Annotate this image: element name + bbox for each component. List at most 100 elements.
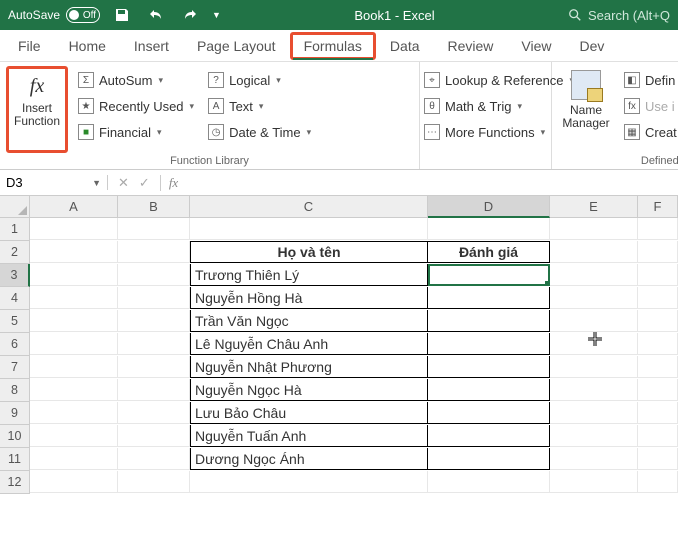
cell-C8[interactable]: Nguyễn Ngọc Hà [190,379,428,401]
cell-D7[interactable] [428,356,550,378]
row-header[interactable]: 1 [0,218,30,241]
redo-icon[interactable] [178,3,202,27]
insert-function-button[interactable]: fx Insert Function [6,66,68,153]
tab-formulas[interactable]: Formulas [290,32,376,60]
cell-D10[interactable] [428,425,550,447]
financial-button[interactable]: ■Financial▾ [74,120,198,144]
row-header[interactable]: 5 [0,310,30,333]
cell-E10[interactable] [550,425,638,447]
cell-F1[interactable] [638,218,678,240]
cell-F6[interactable] [638,333,678,355]
col-header-F[interactable]: F [638,196,678,218]
undo-icon[interactable] [144,3,168,27]
search-box[interactable]: Search (Alt+Q [568,8,670,23]
col-header-C[interactable]: C [190,196,428,218]
cell-A5[interactable] [30,310,118,332]
cell-E11[interactable] [550,448,638,470]
cell-A6[interactable] [30,333,118,355]
cell-E9[interactable] [550,402,638,424]
cell-D2[interactable]: Đánh giá [428,241,550,263]
cell-F4[interactable] [638,287,678,309]
cell-A7[interactable] [30,356,118,378]
cell-B2[interactable] [118,241,190,263]
use-in-formula-button[interactable]: fxUse i [620,94,678,118]
cell-D8[interactable] [428,379,550,401]
cell-E5[interactable] [550,310,638,332]
col-header-B[interactable]: B [118,196,190,218]
cell-F5[interactable] [638,310,678,332]
cell-B6[interactable] [118,333,190,355]
row-header[interactable]: 12 [0,471,30,494]
cell-D3[interactable] [428,264,550,286]
cell-C1[interactable] [190,218,428,240]
cell-B9[interactable] [118,402,190,424]
cell-A10[interactable] [30,425,118,447]
cell-B3[interactable] [118,264,190,286]
save-icon[interactable] [110,3,134,27]
cell-D1[interactable] [428,218,550,240]
cell-C12[interactable] [190,471,428,493]
cell-A12[interactable] [30,471,118,493]
tab-data[interactable]: Data [376,32,434,60]
cell-E12[interactable] [550,471,638,493]
select-all-corner[interactable] [0,196,30,218]
cell-E3[interactable] [550,264,638,286]
cell-B10[interactable] [118,425,190,447]
cell-C4[interactable]: Nguyễn Hồng Hà [190,287,428,309]
cell-C7[interactable]: Nguyễn Nhật Phương [190,356,428,378]
cell-D11[interactable] [428,448,550,470]
cell-B12[interactable] [118,471,190,493]
cell-B7[interactable] [118,356,190,378]
cell-A8[interactable] [30,379,118,401]
cell-B11[interactable] [118,448,190,470]
cell-B1[interactable] [118,218,190,240]
autosave-toggle[interactable]: AutoSave Off [8,7,100,23]
cell-E7[interactable] [550,356,638,378]
chevron-down-icon[interactable]: ▼ [92,178,101,188]
cell-D6[interactable] [428,333,550,355]
cell-A11[interactable] [30,448,118,470]
row-header[interactable]: 4 [0,287,30,310]
row-header[interactable]: 11 [0,448,30,471]
create-from-selection-button[interactable]: ▦Creat [620,120,678,144]
cell-B8[interactable] [118,379,190,401]
row-header[interactable]: 8 [0,379,30,402]
cell-F11[interactable] [638,448,678,470]
row-header[interactable]: 6 [0,333,30,356]
cell-E4[interactable] [550,287,638,309]
row-header[interactable]: 9 [0,402,30,425]
col-header-E[interactable]: E [550,196,638,218]
qat-dropdown-icon[interactable]: ▼ [212,10,221,20]
date-time-button[interactable]: ◷Date & Time▾ [204,120,315,144]
cell-F8[interactable] [638,379,678,401]
cell-C5[interactable]: Trần Văn Ngọc [190,310,428,332]
row-header[interactable]: 2 [0,241,30,264]
cell-A3[interactable] [30,264,118,286]
cell-F2[interactable] [638,241,678,263]
cell-C10[interactable]: Nguyễn Tuấn Anh [190,425,428,447]
col-header-D[interactable]: D [428,196,550,218]
define-name-button[interactable]: ◧Defin [620,68,678,92]
cell-D12[interactable] [428,471,550,493]
cell-A4[interactable] [30,287,118,309]
cell-F9[interactable] [638,402,678,424]
cell-B5[interactable] [118,310,190,332]
cell-F7[interactable] [638,356,678,378]
cell-E6[interactable] [550,333,638,355]
cell-F10[interactable] [638,425,678,447]
cell-C3[interactable]: Trương Thiên Lý [190,264,428,286]
cell-D5[interactable] [428,310,550,332]
logical-button[interactable]: ?Logical▾ [204,68,315,92]
cell-F12[interactable] [638,471,678,493]
tab-developer[interactable]: Dev [566,32,609,60]
formula-input[interactable]: fx [161,175,678,191]
row-header[interactable]: 7 [0,356,30,379]
cell-B4[interactable] [118,287,190,309]
tab-review[interactable]: Review [434,32,508,60]
cell-E1[interactable] [550,218,638,240]
cell-A9[interactable] [30,402,118,424]
cell-C2[interactable]: Họ và tên [190,241,428,263]
cell-C9[interactable]: Lưu Bảo Châu [190,402,428,424]
row-header[interactable]: 3 [0,264,30,287]
cell-E2[interactable] [550,241,638,263]
